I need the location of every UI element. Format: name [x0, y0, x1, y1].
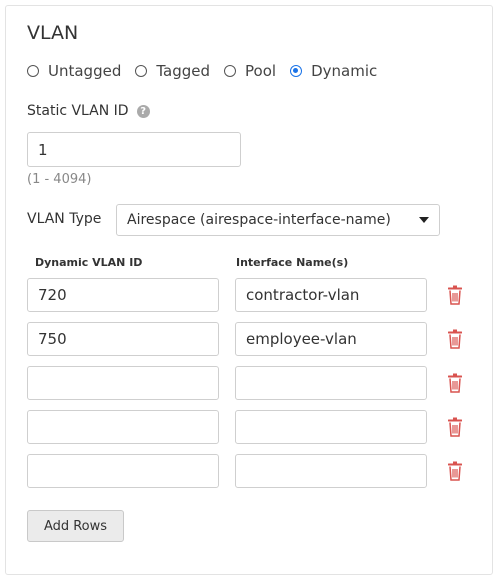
column-header-interface-names: Interface Name(s) [236, 256, 349, 269]
interface-name-input[interactable] [235, 454, 427, 488]
vlan-type-select[interactable]: Airespace (airespace-interface-name) [116, 204, 440, 236]
radio-untagged-label: Untagged [48, 62, 122, 80]
dynamic-vlan-id-input[interactable] [27, 454, 219, 488]
trash-icon[interactable] [447, 461, 463, 481]
trash-icon[interactable] [447, 285, 463, 305]
dynamic-vlan-id-input[interactable] [27, 278, 219, 312]
static-vlan-label: Static VLAN ID ? [27, 103, 150, 119]
radio-tagged-circle[interactable] [135, 65, 148, 77]
interface-name-input[interactable] [235, 322, 427, 356]
trash-icon[interactable] [447, 373, 463, 393]
section-title: VLAN [27, 22, 79, 44]
vlan-type-selected-value: Airespace (airespace-interface-name) [127, 212, 391, 228]
static-vlan-label-text: Static VLAN ID [27, 103, 129, 119]
radio-untagged-circle[interactable] [27, 65, 39, 77]
interface-name-input[interactable] [235, 410, 427, 444]
radio-tagged-label: Tagged [156, 62, 211, 80]
static-vlan-id-input[interactable] [27, 132, 241, 167]
dynamic-vlan-id-input[interactable] [27, 366, 219, 400]
trash-icon[interactable] [447, 329, 463, 349]
chevron-down-icon [419, 217, 429, 223]
dynamic-vlan-id-input[interactable] [27, 322, 219, 356]
interface-name-input[interactable] [235, 366, 427, 400]
question-circle-icon[interactable]: ? [136, 104, 150, 118]
vlan-mode-radio-group: Untagged Tagged Pool Dynamic [27, 62, 391, 80]
radio-dynamic[interactable]: Dynamic [290, 62, 377, 80]
vlan-type-label: VLAN Type [27, 211, 102, 227]
radio-tagged[interactable]: Tagged [135, 62, 210, 80]
radio-untagged[interactable]: Untagged [27, 62, 121, 80]
radio-pool-label: Pool [245, 62, 277, 80]
column-header-dynamic-vlan-id: Dynamic VLAN ID [35, 256, 143, 269]
radio-dynamic-label: Dynamic [311, 62, 378, 80]
trash-icon[interactable] [447, 417, 463, 437]
static-vlan-range-hint: (1 - 4094) [27, 172, 92, 187]
interface-name-input[interactable] [235, 278, 427, 312]
radio-pool-circle[interactable] [224, 65, 237, 77]
add-rows-button[interactable]: Add Rows [27, 510, 124, 542]
dynamic-vlan-id-input[interactable] [27, 410, 219, 444]
radio-pool[interactable]: Pool [224, 62, 276, 80]
radio-dynamic-circle[interactable] [290, 65, 303, 77]
